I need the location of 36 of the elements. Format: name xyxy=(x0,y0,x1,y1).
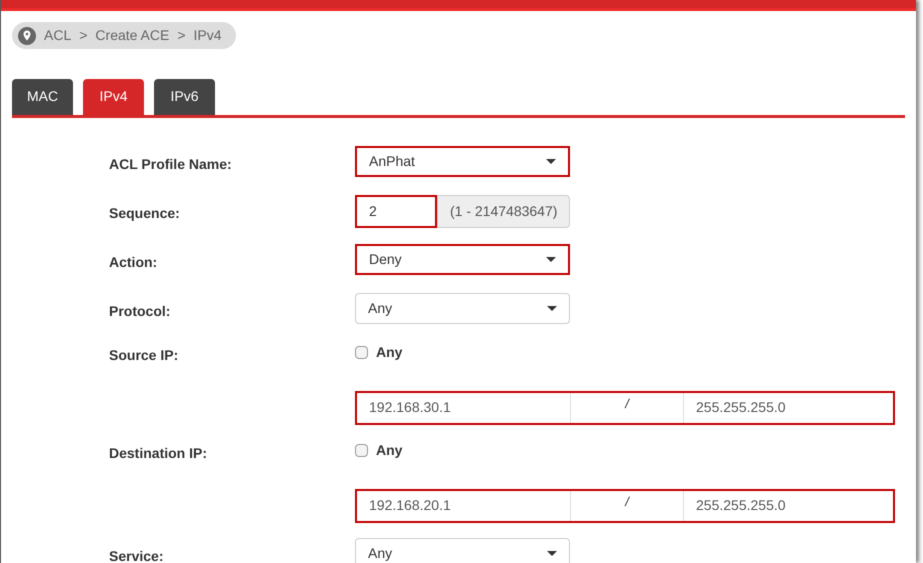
caret-icon xyxy=(547,306,557,310)
range-hint: (1 - 2147483647) xyxy=(437,194,570,228)
field-label: Source IP: xyxy=(109,346,180,364)
checkbox-label: Any xyxy=(376,440,402,460)
separator: / xyxy=(624,394,631,412)
breadcrumb-item: > xyxy=(79,26,88,45)
breadcrumb-item[interactable]: Create ACE xyxy=(95,25,170,46)
checkbox-label: Any xyxy=(376,342,402,362)
separator: / xyxy=(624,492,631,510)
breadcrumb-item: > xyxy=(177,26,186,45)
location-pin-icon xyxy=(18,26,36,44)
ip-address-field[interactable]: 192.168.30.1 xyxy=(357,392,571,422)
subnet-mask-field[interactable]: 255.255.255.0 xyxy=(683,490,893,520)
dropdown[interactable]: Any xyxy=(355,538,570,563)
field-label: Destination IP: xyxy=(109,444,208,462)
tab[interactable]: MAC xyxy=(12,78,73,114)
caret-icon xyxy=(546,158,556,164)
tab[interactable]: IPv4 xyxy=(83,78,144,114)
field-label: Protocol: xyxy=(109,302,172,320)
ip-address-field[interactable]: 192.168.20.1 xyxy=(357,490,571,520)
breadcrumb-item[interactable]: ACL xyxy=(44,25,72,46)
sequence-field[interactable]: 2 xyxy=(355,194,437,228)
field-label: ACL Profile Name: xyxy=(109,154,233,174)
field-label: Service: xyxy=(109,546,164,563)
subnet-mask-field[interactable]: 255.255.255.0 xyxy=(683,392,893,422)
caret-icon xyxy=(547,550,557,556)
dropdown[interactable]: Deny xyxy=(355,244,570,274)
field-label: Action: xyxy=(109,252,158,272)
breadcrumb-item[interactable]: IPv4 xyxy=(194,25,222,46)
checkbox[interactable] xyxy=(355,444,368,456)
dropdown[interactable]: Any xyxy=(355,292,570,324)
checkbox[interactable] xyxy=(355,346,368,358)
field-label: Sequence: xyxy=(109,204,181,223)
dropdown[interactable]: AnPhat xyxy=(355,146,570,176)
tab[interactable]: IPv6 xyxy=(154,78,215,114)
caret-icon xyxy=(546,256,556,262)
